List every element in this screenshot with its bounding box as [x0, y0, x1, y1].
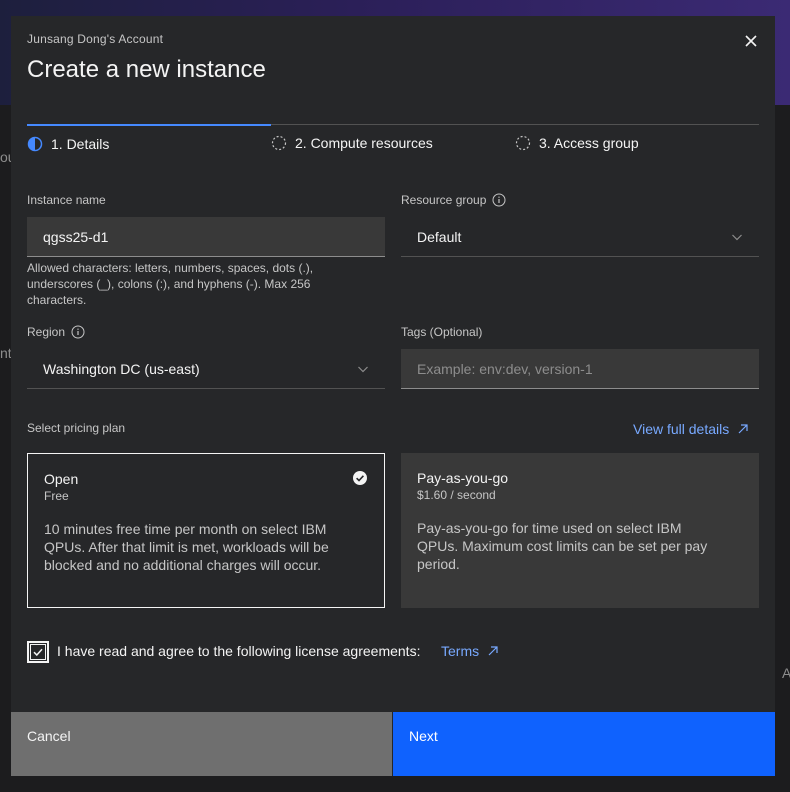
pricing-plan-open-tile[interactable]: Open Free 10 minutes free time per month… — [27, 453, 385, 608]
progress-step-label: 3. Access group — [539, 135, 639, 151]
close-icon — [745, 35, 757, 47]
info-icon[interactable] — [492, 193, 506, 207]
plan-name: Open — [44, 471, 79, 487]
tags-label: Tags (Optional) — [401, 325, 482, 339]
chevron-down-icon — [358, 366, 368, 373]
instance-name-helper: Allowed characters: letters, numbers, sp… — [27, 261, 314, 307]
region-label: Region — [27, 325, 85, 339]
progress-step-access-group[interactable]: 3. Access group — [515, 124, 759, 164]
progress-indicator: 1. Details 2. Compute resources 3. Acces… — [27, 124, 759, 164]
chevron-down-icon — [732, 234, 742, 241]
resource-group-label-text: Resource group — [401, 193, 487, 207]
tags-input[interactable]: Example: env:dev, version-1 — [401, 349, 759, 389]
license-agreement-checkbox[interactable] — [27, 641, 49, 663]
dashed-circle-icon — [515, 135, 531, 151]
cancel-button[interactable]: Cancel — [11, 712, 392, 776]
checkmark-icon — [33, 648, 43, 657]
tags-label-text: Tags (Optional) — [401, 325, 483, 339]
resource-group-select[interactable]: Default — [401, 217, 759, 257]
pricing-plan-payg-tile[interactable]: Pay-as-you-go $1.60 / second Pay-as-you-… — [401, 453, 759, 608]
terms-link[interactable]: Terms — [441, 643, 499, 659]
region-label-text: Region — [27, 325, 66, 339]
half-circle-icon — [27, 136, 43, 152]
background-text-fragment: nt — [0, 345, 12, 361]
account-name: Junsang Dong's Account — [27, 32, 164, 46]
plan-price: $1.60 / second — [417, 488, 496, 502]
checkmark-filled-icon — [353, 471, 367, 485]
instance-name-label: Instance name — [27, 193, 106, 207]
pricing-plan-label: Select pricing plan — [27, 421, 125, 435]
progress-step-compute-resources[interactable]: 2. Compute resources — [271, 124, 515, 164]
info-icon[interactable] — [71, 325, 85, 339]
view-full-details-link[interactable]: View full details — [633, 421, 749, 437]
progress-step-label: 2. Compute resources — [295, 135, 433, 151]
close-button[interactable] — [739, 29, 763, 53]
create-instance-modal: Junsang Dong's Account Create a new inst… — [11, 16, 775, 776]
arrow-up-right-icon — [738, 424, 748, 434]
modal-title: Create a new instance — [27, 56, 266, 83]
license-agreement-text: I have read and agree to the following l… — [57, 643, 421, 659]
region-select[interactable]: Washington DC (us-east) — [27, 349, 385, 389]
progress-step-details[interactable]: 1. Details — [27, 124, 271, 164]
plan-description: Pay-as-you-go for time used on select IB… — [417, 520, 708, 572]
plan-description: 10 minutes free time per month on select… — [44, 521, 329, 573]
plan-name: Pay-as-you-go — [417, 470, 509, 486]
region-value: Washington DC (us-east) — [43, 360, 200, 377]
tags-placeholder: Example: env:dev, version-1 — [417, 360, 593, 377]
instance-name-value: qgss25-d1 — [43, 228, 109, 245]
next-button[interactable]: Next — [393, 712, 775, 776]
resource-group-value: Default — [417, 228, 462, 245]
progress-step-label: 1. Details — [51, 136, 110, 152]
instance-name-input[interactable]: qgss25-d1 — [27, 217, 385, 257]
background-text-fragment: A — [782, 665, 790, 681]
pricing-plan-label-text: Select pricing plan — [27, 421, 126, 435]
instance-name-label-text: Instance name — [27, 193, 106, 207]
plan-price: Free — [44, 489, 69, 503]
dashed-circle-icon — [271, 135, 287, 151]
terms-link-text: Terms — [441, 643, 480, 659]
view-full-details-text: View full details — [633, 421, 730, 437]
license-agreement-label: I have read and agree to the following l… — [57, 643, 420, 659]
checkbox-box — [30, 644, 46, 660]
resource-group-label: Resource group — [401, 193, 506, 207]
arrow-up-right-icon — [488, 646, 498, 656]
